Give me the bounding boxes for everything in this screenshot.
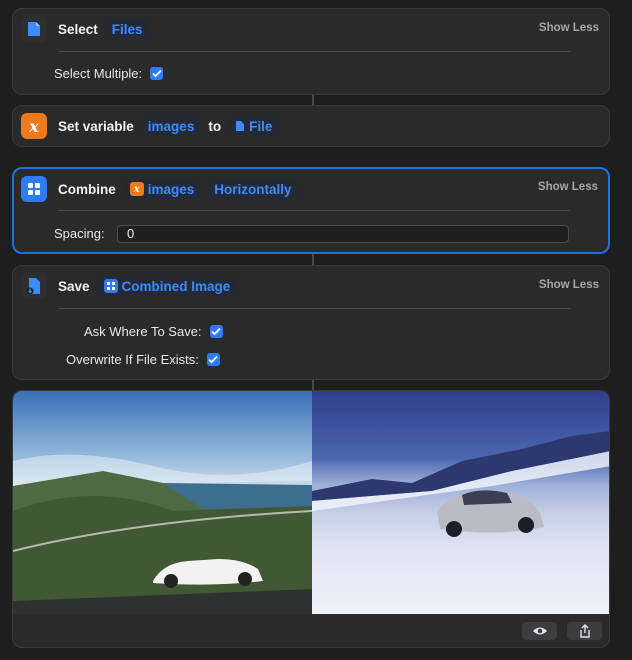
save-file-icon [21,273,47,299]
variable-name-token[interactable]: images [141,116,201,136]
param-label: Overwrite If File Exists: [66,352,199,367]
combine-icon [21,176,47,202]
eye-icon [532,627,547,635]
save-file-action[interactable]: Save Combined Image Show Less Ask Where … [12,265,610,380]
token-label: images [147,118,195,134]
param-label: Select Multiple: [54,66,143,81]
select-files-action[interactable]: Select Files Show Less Select Multiple: [12,8,610,95]
input-variable-token[interactable]: x images [123,179,201,199]
action-verb: Select [58,21,98,37]
combine-icon [103,279,118,293]
param-label: Spacing: [54,226,105,241]
image-preview [12,390,610,648]
share-button[interactable] [567,622,602,640]
connector-word: to [208,118,222,134]
select-multiple-checkbox[interactable] [150,67,164,80]
token-label: Horizontally [214,181,292,197]
select-multiple-param: Select Multiple: [54,66,164,81]
ask-where-to-save-checkbox[interactable] [209,325,223,338]
spacing-input[interactable]: 0 [117,225,569,243]
ask-where-to-save-param: Ask Where To Save: [84,324,223,339]
show-less-button[interactable]: Show Less [539,279,599,291]
action-verb: Set variable [58,118,134,134]
show-less-button[interactable]: Show Less [539,22,599,34]
token-label: images [147,181,195,197]
preview-image-left [13,391,313,614]
preview-image-right [312,391,609,614]
action-verb: Combine [58,181,116,197]
quick-look-button[interactable] [522,622,557,640]
action-verb: Save [58,278,90,294]
share-icon [579,624,590,638]
divider [58,51,571,52]
variable-icon: x [129,182,144,196]
combine-images-action[interactable]: Combine x images Horizontally Show Less … [12,167,610,254]
flow-connector [312,380,314,390]
files-token[interactable]: Files [105,19,149,39]
param-label: Ask Where To Save: [84,324,202,339]
show-less-button[interactable]: Show Less [538,181,598,193]
variable-value-token[interactable]: File [229,116,279,136]
spacing-param: Spacing: [54,226,105,241]
overwrite-param: Overwrite If File Exists: [66,352,220,367]
combined-image-token[interactable]: Combined Image [97,276,237,296]
file-icon [236,121,245,131]
token-label: Files [111,21,143,37]
overwrite-checkbox[interactable] [206,353,220,366]
direction-token[interactable]: Horizontally [208,179,298,199]
flow-connector [312,254,314,265]
token-label: File [249,118,273,134]
variable-icon: x [21,113,47,139]
files-icon [21,16,47,42]
divider [58,210,570,211]
token-label: Combined Image [121,278,231,294]
set-variable-action[interactable]: x Set variable images to File [12,105,610,147]
divider [58,308,571,309]
flow-connector [312,95,314,105]
